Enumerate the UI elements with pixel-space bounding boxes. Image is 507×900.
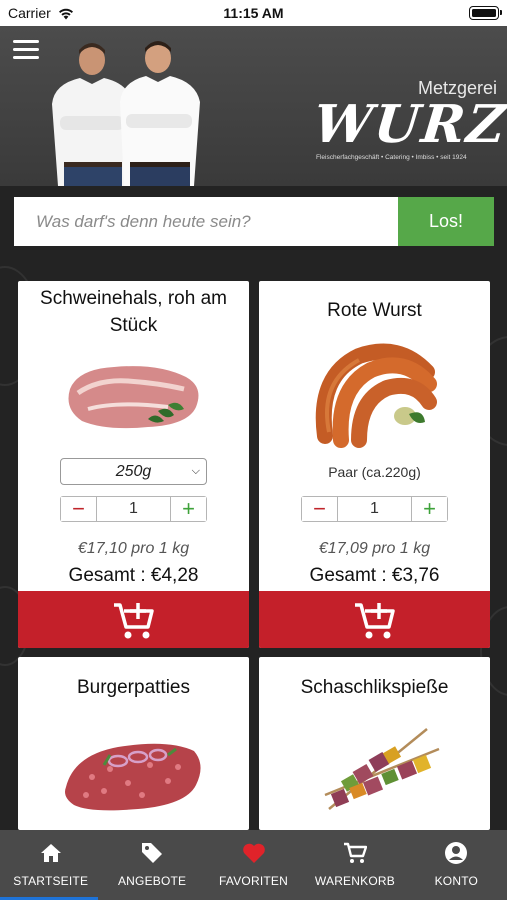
tag-icon	[139, 840, 165, 866]
variant-value: 250g	[115, 463, 152, 480]
product-title: Schaschlikspieße	[300, 677, 449, 698]
add-to-cart-button[interactable]	[18, 591, 249, 648]
product-card: Rote Wurst Paar (ca.220g) − 1 + €17,09 p…	[259, 281, 490, 648]
quantity-value[interactable]: 1	[338, 497, 411, 521]
unit-price: €17,10 pro 1 kg	[77, 540, 190, 557]
product-card: Burgerpatties	[18, 657, 249, 830]
add-to-cart-button[interactable]	[259, 591, 490, 648]
total-price: Gesamt : €3,76	[309, 565, 440, 586]
product-title: Schweinehals, roh am Stück	[40, 288, 227, 336]
battery-icon	[469, 6, 502, 20]
tab-angebote[interactable]: ANGEBOTE	[101, 830, 202, 900]
logo-tagline: Fleischerfachgeschäft • Catering • Imbis…	[316, 154, 467, 161]
tab-konto[interactable]: KONTO	[406, 830, 507, 900]
tab-startseite[interactable]: STARTSEITE	[0, 830, 101, 900]
product-image-burger-patties	[65, 743, 201, 811]
quantity-stepper: − 1 +	[60, 496, 207, 522]
total-price: Gesamt : €4,28	[68, 565, 199, 586]
hamburger-menu-icon[interactable]	[13, 40, 39, 60]
status-bar: Carrier 11:15 AM	[0, 0, 507, 26]
tab-label: STARTSEITE	[13, 874, 89, 888]
owners-photo	[52, 41, 200, 186]
product-image-sausage	[315, 343, 437, 448]
unit-price: €17,09 pro 1 kg	[318, 540, 431, 557]
app-header: Metzgerei WURZ Fleischerfachgeschäft • C…	[0, 26, 507, 186]
heart-icon	[241, 840, 267, 866]
search-bar: Los!	[14, 197, 494, 246]
variant-label: Paar (ca.220g)	[328, 464, 421, 480]
product-card: Schweinehals, roh am Stück 250g ⌵ − 1 + …	[18, 281, 249, 648]
tab-warenkorb[interactable]: WARENKORB	[304, 830, 405, 900]
add-to-cart-icon	[113, 602, 154, 638]
bottom-tab-bar: STARTSEITE ANGEBOTE FAVORITEN WARENKORB …	[0, 830, 507, 900]
add-to-cart-icon	[354, 602, 395, 638]
chevron-down-icon: ⌵	[191, 465, 200, 477]
brand-logo: Metzgerei WURZ Fleischerfachgeschäft • C…	[311, 78, 507, 186]
product-card: Schaschlikspieße	[259, 657, 490, 830]
tab-label: FAVORITEN	[219, 874, 288, 888]
tab-label: WARENKORB	[314, 874, 395, 888]
tab-label: ANGEBOTE	[117, 874, 187, 888]
decrease-quantity-button[interactable]: −	[302, 497, 338, 521]
product-title: Burgerpatties	[76, 677, 190, 698]
tab-favoriten[interactable]: FAVORITEN	[203, 830, 304, 900]
cart-icon	[342, 840, 368, 866]
product-image-pork-neck	[68, 366, 199, 429]
product-image-skewers	[324, 728, 440, 810]
account-icon	[443, 840, 469, 866]
search-submit-button[interactable]: Los!	[398, 197, 494, 246]
increase-quantity-button[interactable]: +	[170, 497, 206, 521]
home-icon	[38, 840, 64, 866]
increase-quantity-button[interactable]: +	[411, 497, 447, 521]
product-title: Rote Wurst	[327, 300, 422, 321]
quantity-stepper: − 1 +	[301, 496, 448, 522]
product-area: Los! Schweinehals, roh am Stück 250g ⌵ −…	[0, 186, 507, 830]
logo-wordmark: WURZ	[310, 94, 507, 155]
quantity-value[interactable]: 1	[97, 497, 170, 521]
tab-label: KONTO	[434, 874, 479, 888]
variant-dropdown[interactable]: 250g ⌵	[60, 458, 207, 485]
status-time: 11:15 AM	[223, 5, 284, 21]
decrease-quantity-button[interactable]: −	[61, 497, 97, 521]
search-input[interactable]	[14, 197, 398, 246]
